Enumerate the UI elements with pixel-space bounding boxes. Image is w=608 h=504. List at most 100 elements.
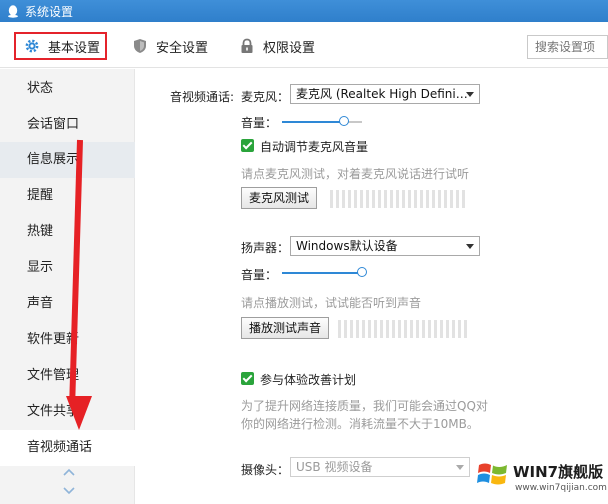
chevron-down-icon[interactable] [62, 486, 76, 496]
level-meter-bar [414, 190, 417, 208]
speaker-device-select[interactable]: Windows默认设备 [290, 236, 480, 256]
search-settings-input[interactable] [527, 35, 608, 59]
mic-level-meter [330, 190, 465, 208]
level-meter-bar [372, 190, 375, 208]
level-meter-bar [366, 190, 369, 208]
level-meter-bar [464, 320, 467, 338]
sidebar-item-av-call[interactable]: 音视频通话 [0, 430, 135, 466]
sidebar-item-info-display[interactable]: 信息展示 [0, 142, 135, 178]
level-meter-bar [398, 320, 401, 338]
level-meter-bar [348, 190, 351, 208]
level-meter-bar [368, 320, 371, 338]
mic-volume-label: 音量： [241, 116, 278, 130]
speaker-volume-label: 音量： [241, 268, 278, 282]
sidebar-item-display[interactable]: 显示 [0, 250, 135, 286]
level-meter-bar [426, 190, 429, 208]
level-meter-bar [438, 190, 441, 208]
sidebar-item-chat-window[interactable]: 会话窗口 [0, 107, 135, 143]
sidebar-item-reminder[interactable]: 提醒 [0, 178, 135, 214]
level-meter-bar [396, 190, 399, 208]
improve-plan-checkbox[interactable] [241, 372, 254, 385]
dropdown-caret-icon [466, 92, 474, 97]
tab-basic-settings[interactable]: 基本设置 [14, 32, 107, 60]
level-meter-bar [354, 190, 357, 208]
level-meter-bar [410, 320, 413, 338]
speaker-label: 扬声器： [241, 241, 290, 255]
level-meter-bar [362, 320, 365, 338]
improve-plan-description-line2: 你的网络进行检测。消耗流量不大于10MB。 [241, 417, 479, 431]
title-bar: 系统设置 [0, 0, 608, 22]
level-meter-bar [386, 320, 389, 338]
speaker-test-hint: 请点播放测试，试试能否听到声音 [241, 296, 422, 310]
level-meter-bar [380, 320, 383, 338]
qq-penguin-icon [8, 5, 18, 18]
level-meter-bar [440, 320, 443, 338]
av-section-label: 音视频通话: [170, 90, 235, 104]
level-meter-bar [356, 320, 359, 338]
level-meter-bar [434, 320, 437, 338]
sidebar-item-hotkey[interactable]: 热键 [0, 214, 135, 250]
mic-test-hint: 请点麦克风测试，对着麦克风说话进行试听 [241, 167, 470, 181]
sidebar-item-sound[interactable]: 声音 [0, 286, 135, 322]
level-meter-bar [384, 190, 387, 208]
tab-permission-settings-label: 权限设置 [263, 40, 316, 56]
level-meter-bar [360, 190, 363, 208]
lock-icon [241, 38, 253, 53]
level-meter-bar [408, 190, 411, 208]
watermark-brand: WIN7旗舰版 [513, 463, 604, 481]
window-title: 系统设置 [25, 4, 74, 19]
mic-label: 麦克风： [241, 90, 290, 104]
level-meter-bar [344, 320, 347, 338]
level-meter-bar [446, 320, 449, 338]
sidebar-item-software-update[interactable]: 软件更新 [0, 322, 135, 358]
mic-volume-track [282, 121, 362, 123]
mic-test-button[interactable]: 麦克风测试 [241, 187, 318, 209]
level-meter-bar [416, 320, 419, 338]
level-meter-bar [432, 190, 435, 208]
level-meter-bar [336, 190, 339, 208]
dropdown-caret-icon [466, 244, 474, 249]
tab-permission-settings[interactable]: 权限设置 [239, 32, 315, 60]
level-meter-bar [458, 320, 461, 338]
sidebar-item-status[interactable]: 状态 [0, 71, 135, 107]
level-meter-bar [390, 190, 393, 208]
watermark: WIN7旗舰版 www.win7qijian.com [471, 453, 608, 504]
speaker-volume-thumb[interactable] [357, 267, 367, 277]
settings-toolbar: 基本设置 安全设置 权限设置 [0, 22, 608, 68]
camera-device-select[interactable]: USB 视频设备 [290, 457, 470, 477]
settings-content: 音视频通话: 麦克风： 麦克风 (Realtek High Defini… 音量… [136, 69, 608, 504]
level-meter-bar [450, 190, 453, 208]
watermark-url: www.win7qijian.com [515, 483, 607, 493]
tab-security-settings-label: 安全设置 [156, 40, 209, 56]
level-meter-bar [330, 190, 333, 208]
level-meter-bar [452, 320, 455, 338]
level-meter-bar [378, 190, 381, 208]
level-meter-bar [338, 320, 341, 338]
auto-adjust-label: 自动调节麦克风音量 [260, 140, 369, 154]
speaker-test-button[interactable]: 播放测试声音 [241, 317, 330, 339]
level-meter-bar [462, 190, 465, 208]
level-meter-bar [350, 320, 353, 338]
level-meter-bar [342, 190, 345, 208]
improve-plan-label: 参与体验改善计划 [260, 373, 357, 387]
dropdown-caret-icon [456, 465, 464, 470]
annotation-arrow-head [66, 396, 92, 430]
level-meter-bar [374, 320, 377, 338]
auto-adjust-checkbox[interactable] [241, 139, 254, 152]
mic-volume-thumb[interactable] [339, 116, 350, 126]
speaker-volume-track [282, 272, 362, 274]
camera-label: 摄像头： [241, 463, 290, 477]
mic-device-select[interactable]: 麦克风 (Realtek High Defini… [290, 84, 480, 104]
tab-basic-settings-label: 基本设置 [48, 40, 101, 56]
speaker-level-meter [338, 320, 467, 338]
level-meter-bar [444, 190, 447, 208]
shield-icon [134, 39, 146, 53]
level-meter-bar [404, 320, 407, 338]
sidebar-item-file-management[interactable]: 文件管理 [0, 358, 135, 394]
camera-device-value: USB 视频设备 [296, 460, 373, 474]
mic-device-value: 麦克风 (Realtek High Defini… [296, 87, 468, 101]
level-meter-bar [392, 320, 395, 338]
level-meter-bar [428, 320, 431, 338]
tab-security-settings[interactable]: 安全设置 [132, 32, 208, 60]
chevron-up-icon[interactable] [62, 467, 76, 477]
